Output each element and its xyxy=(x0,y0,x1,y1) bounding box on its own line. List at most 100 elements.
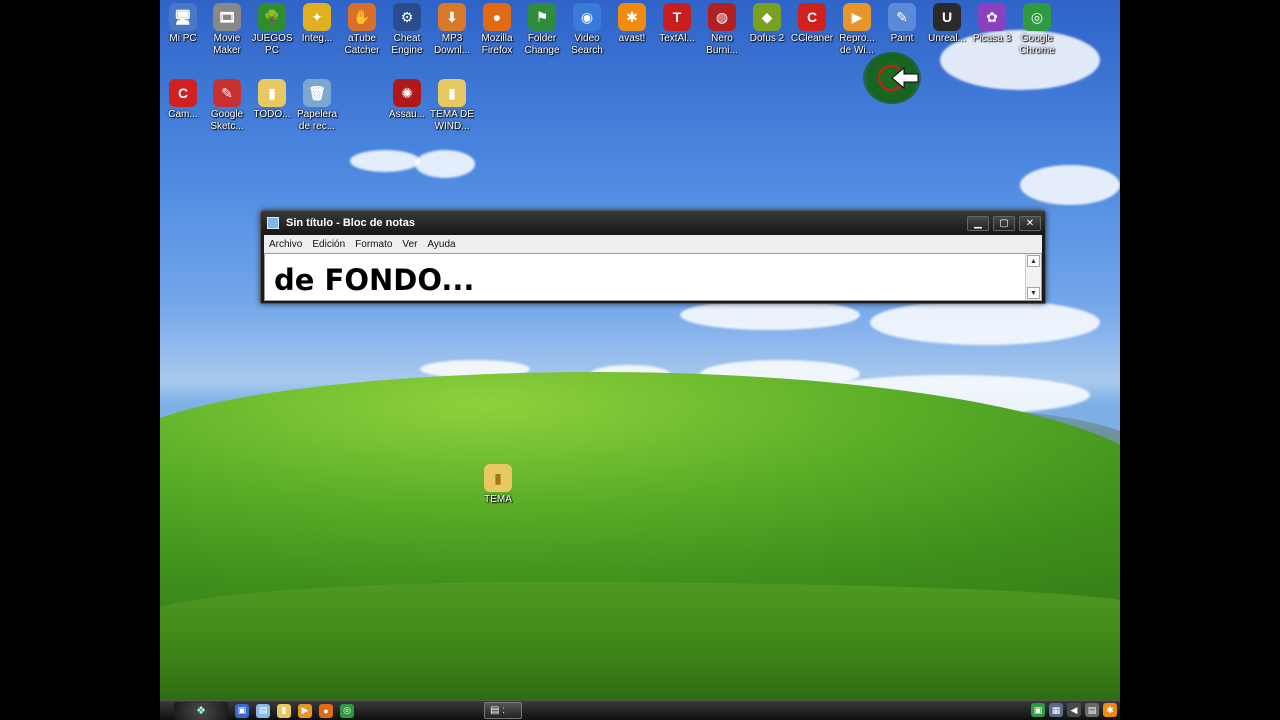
icon-label: Picasa 3 xyxy=(972,33,1012,44)
mp3-download-icon: ⬇ xyxy=(438,3,466,31)
cloud xyxy=(350,150,420,172)
icon-label: TextAl... xyxy=(659,33,695,44)
tray-device-icon[interactable]: ▤ xyxy=(1085,703,1099,717)
notepad-quicklaunch-icon[interactable]: ▤ xyxy=(256,703,270,718)
maximize-button[interactable]: ▢ xyxy=(993,215,1015,231)
desktop: 🖥 Mi PC 🎞 Movie Maker 🌳 JUEGOS PC ✦ Integ... ✋ aT… xyxy=(160,0,1120,720)
menu-ver[interactable]: Ver xyxy=(397,239,422,250)
icon-label: Google Sketc... xyxy=(210,109,244,132)
scroll-down-button[interactable]: ▼ xyxy=(1027,287,1040,299)
tray-green-icon[interactable]: ▣ xyxy=(1031,703,1045,717)
icon-label: TEMA DE WIND... xyxy=(430,109,474,132)
menu-ayuda[interactable]: Ayuda xyxy=(422,239,460,250)
system-tray: ▣ ▦ ◀ ▤ ✱ xyxy=(1027,703,1117,717)
desktop-icon[interactable]: ✋ aTube Catcher xyxy=(339,3,385,57)
desktop-icon[interactable]: ◉ Video Search xyxy=(564,3,610,57)
minimize-button[interactable]: ▁ xyxy=(967,215,989,231)
icon-label: Repro... de Wi... xyxy=(839,33,875,56)
text-editor[interactable]: de FONDO... ▲ ▼ xyxy=(264,253,1042,301)
icon-label: Folder Change xyxy=(524,33,560,56)
desktop-icon[interactable]: ✿ Picasa 3 xyxy=(969,3,1015,45)
film-reel-icon: 🎞 xyxy=(213,3,241,31)
desktop-icon[interactable]: U Unreal... xyxy=(924,3,970,45)
firefox-icon: ● xyxy=(483,3,511,31)
gamepad-icon: ✦ xyxy=(303,3,331,31)
desktop-icon[interactable]: ✱ avast! xyxy=(609,3,655,45)
nero-icon: ◍ xyxy=(708,3,736,31)
tree-icon: 🌳 xyxy=(258,3,286,31)
media-player-icon: ▶ xyxy=(843,3,871,31)
notepad-window[interactable]: Sin título - Bloc de notas ▁ ▢ ✕ Archivo… xyxy=(260,210,1046,304)
desktop-icon[interactable]: 🎞 Movie Maker xyxy=(204,3,250,57)
folder-quicklaunch-icon[interactable]: ▮ xyxy=(277,703,291,718)
icon-label: aTube Catcher xyxy=(344,33,380,56)
icon-label: Google Chrome xyxy=(1019,33,1055,56)
desktop-icon[interactable]: ▮ TODO... xyxy=(249,79,295,121)
desktop-icon[interactable]: 🖥 Mi PC xyxy=(160,3,206,45)
start-button[interactable]: ❖ xyxy=(174,701,228,720)
chrome-quicklaunch-icon[interactable]: ◎ xyxy=(340,703,354,718)
icon-label: Papelera de rec... xyxy=(296,109,338,132)
desktop-icon-tema[interactable]: ▮ TEMA xyxy=(475,464,521,506)
desktop-icon[interactable]: ◎ Google Chrome xyxy=(1014,3,1060,57)
assault-icon: ✺ xyxy=(393,79,421,107)
close-button[interactable]: ✕ xyxy=(1019,215,1041,231)
desktop-icon[interactable]: C CCleaner xyxy=(789,3,835,45)
icon-label: TEMA xyxy=(484,494,512,505)
vertical-scrollbar[interactable]: ▲ ▼ xyxy=(1025,254,1041,300)
scroll-up-button[interactable]: ▲ xyxy=(1027,255,1040,267)
media-player-quicklaunch-icon[interactable]: ▶ xyxy=(298,703,312,718)
recycle-bin-icon: 🗑 xyxy=(303,79,331,107)
tray-network-icon[interactable]: ▦ xyxy=(1049,703,1063,717)
desktop-icon[interactable]: ⚙ Cheat Engine xyxy=(384,3,430,57)
picasa-icon: ✿ xyxy=(978,3,1006,31)
firefox-quicklaunch-icon[interactable]: ● xyxy=(319,703,333,718)
desktop-icon[interactable]: ⬇ MP3 Downl... xyxy=(429,3,475,57)
icon-label: Paint xyxy=(890,33,914,44)
icon-label: TODO... xyxy=(253,109,291,120)
desktop-icon[interactable]: C Cam... xyxy=(160,79,206,121)
desktop-icon[interactable]: ✎ Google Sketc... xyxy=(204,79,250,133)
desktop-icon[interactable]: T TextAl... xyxy=(654,3,700,45)
icon-label: avast! xyxy=(618,33,646,44)
desktop-icon[interactable]: ✎ Paint xyxy=(879,3,925,45)
menu-archivo[interactable]: Archivo xyxy=(264,239,307,250)
icon-label: Integ... xyxy=(301,33,333,44)
icon-label: Cheat Engine xyxy=(391,33,423,56)
paint-brush-icon: ✎ xyxy=(888,3,916,31)
desktop-icon[interactable]: ● Mozilla Firefox xyxy=(474,3,520,57)
icon-label: Dofus 2 xyxy=(749,33,785,44)
baseball-glove-icon: ✋ xyxy=(348,3,376,31)
desktop-icon[interactable]: ◆ Dofus 2 xyxy=(744,3,790,45)
desktop-icon[interactable]: ✺ Assau... xyxy=(384,79,430,121)
folder-icon: ▮ xyxy=(258,79,286,107)
menu-bar: Archivo Edición Formato Ver Ayuda xyxy=(264,235,1042,253)
folder-icon: ▮ xyxy=(484,464,512,492)
desktop-icon[interactable]: ✦ Integ... xyxy=(294,3,340,45)
desktop-icon[interactable]: 🗑 Papelera de rec... xyxy=(294,79,340,133)
desktop-icon[interactable]: 🌳 JUEGOS PC xyxy=(249,3,295,57)
desktop-icon[interactable]: ⚑ Folder Change xyxy=(519,3,565,57)
cloud xyxy=(870,300,1100,345)
tray-volume-icon[interactable]: ◀ xyxy=(1067,703,1081,717)
desktop-icon[interactable]: ◍ Nero Burni... xyxy=(699,3,745,57)
ccleaner-icon: C xyxy=(798,3,826,31)
menu-formato[interactable]: Formato xyxy=(350,239,397,250)
cloud xyxy=(1020,165,1120,205)
foreground-field xyxy=(160,582,1120,702)
icon-label: JUEGOS PC xyxy=(251,33,293,56)
sketchup-icon: ✎ xyxy=(213,79,241,107)
show-desktop-icon[interactable]: ▣ xyxy=(235,703,249,718)
desktop-icon[interactable]: ▮ TEMA DE WIND... xyxy=(429,79,475,133)
icon-label: Mozilla Firefox xyxy=(481,33,513,56)
tray-avast-icon[interactable]: ✱ xyxy=(1103,703,1117,717)
icon-label: Cam... xyxy=(168,109,198,120)
icon-label: Nero Burni... xyxy=(706,33,738,56)
title-bar[interactable]: Sin título - Bloc de notas ▁ ▢ ✕ xyxy=(261,211,1045,235)
camtasia-icon: C xyxy=(169,79,197,107)
desktop-icon[interactable]: ▶ Repro... de Wi... xyxy=(834,3,880,57)
taskbar-notepad-button[interactable]: ▤ : xyxy=(484,702,522,719)
computer-icon: 🖥 xyxy=(169,3,197,31)
editor-content: de FONDO... xyxy=(274,263,475,297)
menu-edicion[interactable]: Edición xyxy=(307,239,350,250)
